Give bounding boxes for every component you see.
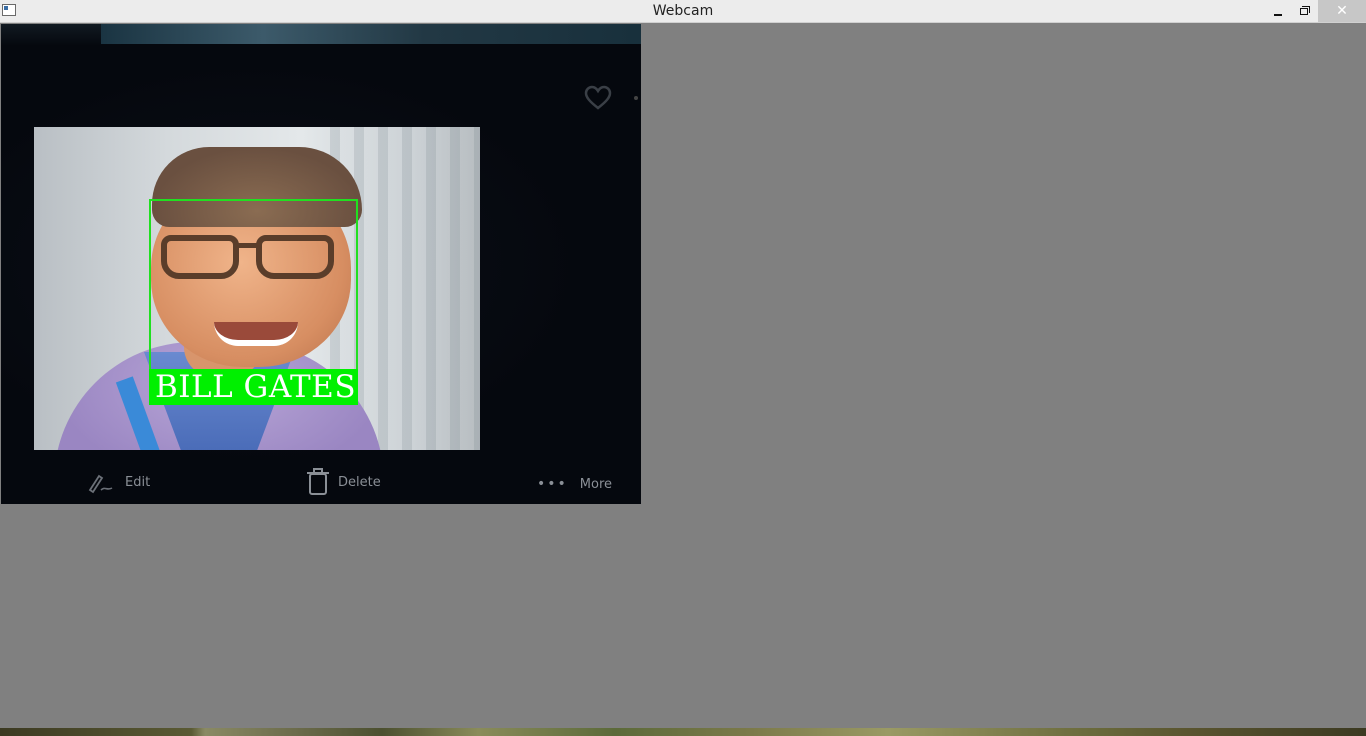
edit-item: Edit bbox=[87, 470, 150, 494]
phone-gallery-toolbar: Edit Delete ••• More bbox=[1, 454, 641, 504]
title-bar[interactable]: Webcam ✕ bbox=[0, 0, 1366, 23]
face-name-label: BILL GATES bbox=[149, 369, 358, 405]
delete-item: Delete bbox=[306, 468, 381, 496]
window-title: Webcam bbox=[652, 3, 714, 19]
restore-icon bbox=[1300, 5, 1310, 15]
minimize-button[interactable] bbox=[1265, 0, 1291, 22]
maximize-button[interactable] bbox=[1291, 0, 1317, 22]
edit-pen-icon bbox=[88, 474, 113, 494]
edit-label: Edit bbox=[125, 474, 151, 490]
webcam-frame: BILL GATES Edit Delete ••• More bbox=[1, 24, 641, 504]
minimize-icon bbox=[1274, 14, 1282, 16]
heart-icon bbox=[584, 85, 612, 110]
taskbar[interactable] bbox=[0, 728, 1366, 736]
delete-label: Delete bbox=[338, 474, 381, 490]
close-button[interactable]: ✕ bbox=[1318, 0, 1366, 22]
more-item: ••• More bbox=[537, 476, 612, 492]
more-dots-icon: ••• bbox=[537, 476, 568, 492]
close-icon: ✕ bbox=[1336, 3, 1348, 19]
more-label: More bbox=[579, 476, 613, 492]
trash-icon bbox=[307, 468, 329, 495]
